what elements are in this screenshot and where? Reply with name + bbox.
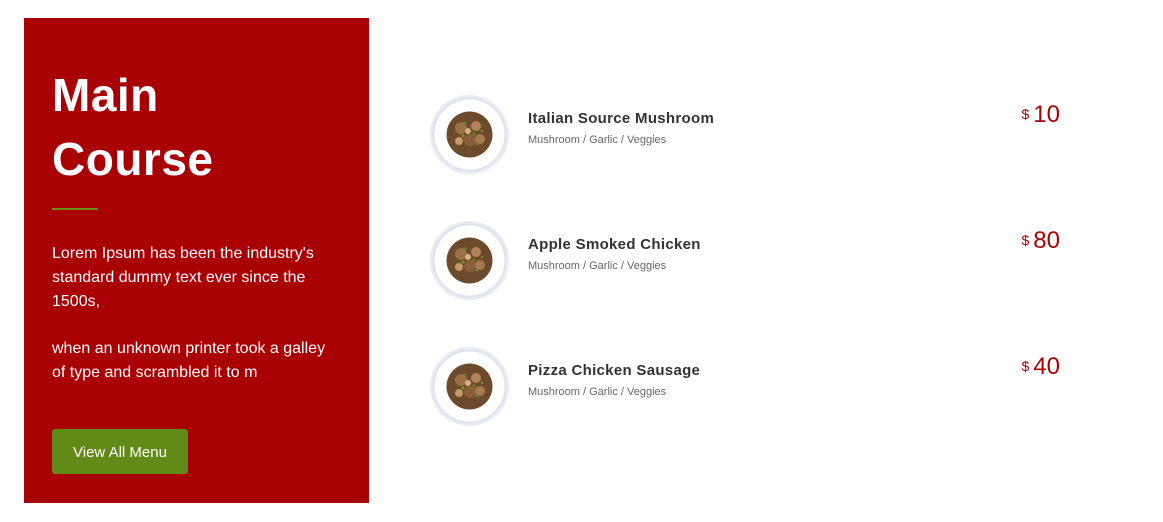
item-ingredients: Mushroom / Garlic / Veggies (528, 134, 667, 146)
item-name: Apple Smoked Chicken (528, 236, 701, 253)
menu-item[interactable]: Pizza Chicken Sausage Mushroom / Garlic … (430, 347, 1070, 473)
mushroom-dish-icon (430, 221, 509, 300)
currency-symbol: $ (1021, 232, 1030, 248)
menu-list: Italian Source Mushroom Mushroom / Garli… (430, 95, 1070, 473)
item-price: $10 (1022, 101, 1061, 129)
intro-paragraph-2: when an unknown printer took a galley of… (52, 340, 326, 381)
intro-paragraph-1: Lorem Ipsum has been the industry's stan… (52, 245, 314, 310)
item-name: Italian Source Mushroom (528, 110, 715, 127)
item-info: Apple Smoked Chicken Mushroom / Garlic /… (528, 235, 728, 272)
price-value: 40 (1033, 353, 1060, 380)
item-ingredients: Mushroom / Garlic / Veggies (528, 260, 667, 272)
item-info: Pizza Chicken Sausage Mushroom / Garlic … (528, 361, 728, 398)
view-all-menu-button[interactable]: View All Menu (52, 429, 188, 474)
price-value: 80 (1033, 227, 1060, 254)
mushroom-dish-icon (430, 347, 509, 426)
section-title: Main Course (52, 63, 341, 191)
currency-symbol: $ (1021, 106, 1030, 122)
item-ingredients: Mushroom / Garlic / Veggies (528, 386, 667, 398)
section-title-line2: Course (52, 133, 214, 185)
price-value: 10 (1033, 101, 1060, 128)
menu-item[interactable]: Apple Smoked Chicken Mushroom / Garlic /… (430, 221, 1070, 347)
section-title-line1: Main (52, 69, 159, 121)
page: Main Course Lorem Ipsum has been the ind… (0, 0, 1163, 522)
mushroom-dish-icon (430, 95, 509, 174)
item-info: Italian Source Mushroom Mushroom / Garli… (528, 109, 728, 146)
currency-symbol: $ (1021, 358, 1030, 374)
item-price: $80 (1022, 227, 1061, 255)
intro-panel: Main Course Lorem Ipsum has been the ind… (24, 18, 369, 503)
item-name: Pizza Chicken Sausage (528, 362, 701, 379)
item-price: $40 (1022, 353, 1061, 381)
menu-item[interactable]: Italian Source Mushroom Mushroom / Garli… (430, 95, 1070, 221)
title-divider (52, 208, 98, 210)
